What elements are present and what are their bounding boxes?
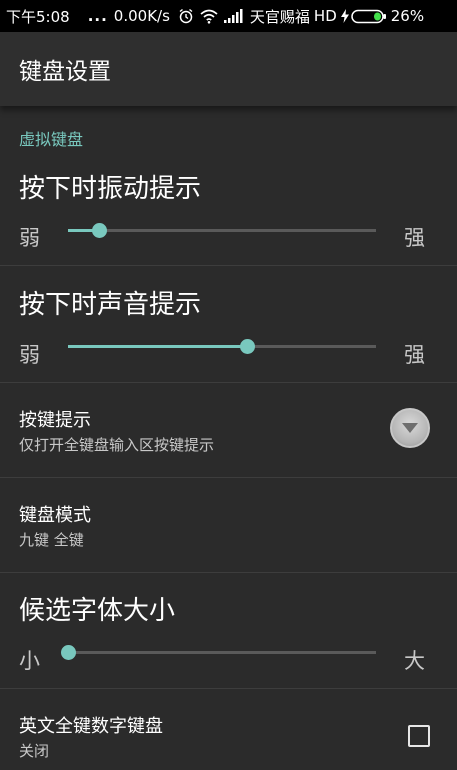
vibration-slider[interactable] [68,223,376,238]
keyboard-mode-title: 键盘模式 [19,505,91,526]
sound-slider[interactable] [68,339,376,354]
candidate-font-min-label: 小 [19,649,40,673]
sound-slider-thumb[interactable] [239,339,255,354]
app-bar: 键盘设置 [0,32,457,106]
candidate-font-slider[interactable] [61,645,376,660]
status-bar: 下午5:08 ... 0.00K/s 天官赐福 HD 26% [0,0,457,32]
candidate-font-slider-thumb[interactable] [61,645,76,660]
candidate-font-max-label: 大 [404,649,425,673]
section-header-virtual-keyboard: 虚拟键盘 [19,130,84,149]
wifi-icon [200,9,218,24]
vibration-max-label: 强 [404,226,425,250]
keyboard-mode-summary: 九键 全键 [19,531,84,549]
signal-icon [223,9,244,23]
status-network-type: HD [313,7,337,25]
dropdown-arrow-icon[interactable] [390,408,430,448]
english-numeric-checkbox[interactable] [408,725,430,747]
sound-min-label: 弱 [19,343,40,367]
vibration-title: 按下时振动提示 [19,174,202,204]
english-numeric-summary: 关闭 [19,742,50,760]
status-carrier: 天官赐福 [249,7,310,26]
charging-icon [340,9,349,23]
keyboard-mode-row[interactable]: 键盘模式 九键 全键 [0,478,457,572]
status-network-speed: 0.00K/s [113,7,170,25]
sound-title: 按下时声音提示 [19,290,202,320]
battery-icon [351,9,387,24]
sound-max-label: 强 [404,343,425,367]
status-notification-dots: ... [87,7,108,25]
candidate-font-title: 候选字体大小 [19,596,176,626]
key-hint-row[interactable]: 按键提示 仅打开全键盘输入区按键提示 [0,383,457,477]
vibration-min-label: 弱 [19,226,40,250]
english-numeric-row[interactable]: 英文全键数字键盘 关闭 [0,689,457,770]
sound-slider-fill [68,345,247,348]
english-numeric-title: 英文全键数字键盘 [19,716,163,737]
status-time: 下午5:08 [6,7,70,26]
vibration-slider-thumb[interactable] [91,223,107,238]
page-title: 键盘设置 [19,59,111,85]
divider [0,265,457,266]
status-battery-percent: 26% [390,7,425,25]
alarm-icon [178,8,194,24]
key-hint-summary: 仅打开全键盘输入区按键提示 [19,436,215,454]
divider [0,572,457,573]
key-hint-title: 按键提示 [19,410,91,431]
